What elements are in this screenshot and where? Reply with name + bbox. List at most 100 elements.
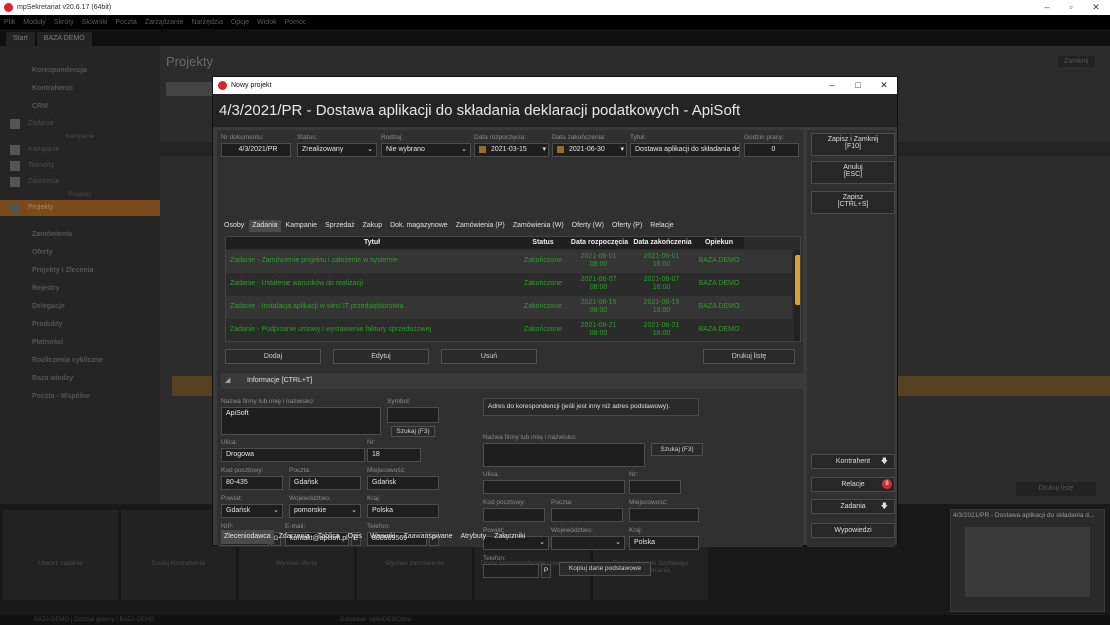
end-date-field[interactable]: 2021-06-30 ▾ <box>552 143 627 157</box>
rodzaj-select[interactable]: Nie wybrano ⌄ <box>381 143 471 157</box>
table-row[interactable]: Zadanie - Zamówienie projektu i założeni… <box>226 250 792 273</box>
koresp-country-field[interactable]: Polska <box>629 536 699 550</box>
dialog-minimize-icon[interactable]: – <box>819 77 845 94</box>
table-row[interactable]: Zadanie - Instalacja aplikacji w sieci I… <box>226 296 792 319</box>
county-select[interactable]: Gdańsk ⌄ <box>221 504 283 518</box>
tab-opis[interactable]: Opis <box>345 530 365 544</box>
sidebar-item-crm[interactable]: CRM <box>0 98 160 116</box>
sidebar-item-platnosci[interactable]: Płatności <box>0 334 160 352</box>
tab-osoby[interactable]: Osoby <box>221 220 247 232</box>
window-preview[interactable]: 4/3/2021/PR - Dostawa aplikacji do skład… <box>950 509 1105 612</box>
tab-kampanie[interactable]: Kampanie <box>283 220 321 232</box>
save-and-close-button[interactable]: Zapisz i Zamknij [F10] <box>811 133 895 156</box>
tab-oferty-p[interactable]: Oferty (P) <box>609 220 645 232</box>
koresp-street-field[interactable] <box>483 480 625 494</box>
menu-item[interactable]: Plik <box>4 19 15 26</box>
column-header-tytul[interactable]: Tytuł <box>226 237 518 249</box>
relations-button[interactable]: Relacje 8 <box>811 477 895 492</box>
street-field[interactable]: Drogowa <box>221 448 365 462</box>
sidebar-item-kontrahenci[interactable]: Kontrahenci <box>0 80 160 98</box>
symbol-field[interactable] <box>387 407 439 423</box>
menu-item[interactable]: Zarządzanie <box>145 19 184 26</box>
info-section-header[interactable]: ◢ Informacje [CTRL+T] <box>221 373 807 389</box>
table-row[interactable]: Zadanie - Ustalenie warunków do realizac… <box>226 273 792 296</box>
copy-base-data-button[interactable]: Kopiuj dane podstawowe <box>559 562 651 576</box>
koresp-postal-code-field[interactable] <box>483 508 545 522</box>
menu-item[interactable]: Pomoc <box>285 19 307 26</box>
koresp-post-office-field[interactable] <box>551 508 623 522</box>
menu-item[interactable]: Słowniki <box>82 19 108 26</box>
tab-relacje[interactable]: Relacje <box>647 220 676 232</box>
menu-item[interactable]: Opcje <box>231 19 249 26</box>
koresp-search-button[interactable]: Szukaj (F3) <box>651 443 703 456</box>
column-header-start[interactable]: Data rozpoczęcia <box>568 237 631 249</box>
sidebar-item-oferty[interactable]: Oferty <box>0 244 160 262</box>
sidebar-item-produkty[interactable]: Produkty <box>0 316 160 334</box>
grid-scroll-thumb[interactable] <box>795 255 800 305</box>
save-button[interactable]: Zapisz [CTRL+S] <box>811 191 895 214</box>
close-panel-button[interactable]: Zamknij <box>1058 56 1095 67</box>
postal-code-field[interactable]: 80-435 <box>221 476 283 490</box>
voivodeship-select[interactable]: pomorskie ⌄ <box>289 504 361 518</box>
statements-button[interactable]: Wypowiedzi <box>811 523 895 538</box>
minimize-icon[interactable]: – <box>1035 0 1059 15</box>
tab-warunki[interactable]: Warunki <box>367 530 398 544</box>
table-row[interactable]: Zadanie - Podpisanie umowy i wystawienie… <box>226 319 792 341</box>
koresp-phone-button[interactable]: P <box>541 564 551 578</box>
sidebar-item-korespondencja[interactable]: Korespondencja <box>0 62 160 80</box>
maximize-icon[interactable]: ▫ <box>1059 0 1083 15</box>
sidebar-item-kampanie[interactable]: Kampanie <box>0 142 160 158</box>
document-number-field[interactable]: 4/3/2021/PR <box>221 143 291 157</box>
add-button[interactable]: Dodaj <box>225 349 321 364</box>
menu-item[interactable]: Widok <box>257 19 276 26</box>
tab-zdarzenia[interactable]: Zdarzenia <box>276 530 313 544</box>
sidebar-item-projekty[interactable]: Projekty <box>0 200 160 216</box>
dialog-close-icon[interactable]: ✕ <box>871 77 897 94</box>
search-bar[interactable] <box>166 82 216 96</box>
tab-zamowienia-p[interactable]: Zamówienia (P) <box>453 220 508 232</box>
sidebar-item-rejestry[interactable]: Rejestry <box>0 280 160 298</box>
tab-sprzedaz[interactable]: Sprzedaż <box>322 220 358 232</box>
menu-item[interactable]: Poczta <box>115 19 136 26</box>
tab-tablica[interactable]: Tablica <box>315 530 343 544</box>
search-button[interactable]: Szukaj (F3) <box>391 426 435 437</box>
koresp-house-number-field[interactable] <box>629 480 681 494</box>
sidebar-item-poczta-wspolne[interactable]: Poczta - Wspólne <box>0 388 160 406</box>
print-list-button[interactable]: Drukuj listę <box>703 349 795 364</box>
sidebar-item-zdarzenia[interactable]: Zdarzenia <box>0 174 160 190</box>
country-field[interactable]: Polska <box>367 504 439 518</box>
contractor-button[interactable]: Kontrahent 🡇 <box>811 454 895 469</box>
tile-create-task[interactable]: Utwórz zadanie <box>3 510 118 600</box>
city-field[interactable]: Gdańsk <box>367 476 439 490</box>
tab-dok-magazynowe[interactable]: Dok. magazynowe <box>387 220 451 232</box>
koresp-city-field[interactable] <box>629 508 699 522</box>
koresp-voivodeship-select[interactable]: ⌄ <box>551 536 625 550</box>
column-header-end[interactable]: Data zakończenia <box>631 237 694 249</box>
column-header-opiekun[interactable]: Opiekun <box>694 237 744 249</box>
tab-start[interactable]: Start <box>6 32 35 46</box>
tab-atrybuty[interactable]: Atrybuty <box>458 530 490 544</box>
tab-oferty-w[interactable]: Oferty (W) <box>569 220 607 232</box>
cancel-button[interactable]: Anuluj [ESC] <box>811 161 895 184</box>
tab-zalaczniki[interactable]: Załączniki <box>491 530 528 544</box>
house-number-field[interactable]: 18 <box>367 448 421 462</box>
tab-zamowienia-w[interactable]: Zamówienia (W) <box>510 220 567 232</box>
tab-baza-demo[interactable]: BAZA DEMO <box>36 32 92 46</box>
koresp-phone-field[interactable] <box>483 564 539 578</box>
tab-zleceniodawca[interactable]: Zleceniodawca <box>221 530 274 544</box>
print-list-button[interactable]: Drukuj listę <box>1016 482 1096 496</box>
sidebar-item-projekty-zlecenia[interactable]: Projekty i Zlecenia <box>0 262 160 280</box>
hours-field[interactable]: 0 <box>744 143 799 157</box>
sidebar-item-zadania[interactable]: Zadania <box>0 116 160 132</box>
edit-button[interactable]: Edytuj <box>333 349 429 364</box>
tab-zadania[interactable]: Zadania <box>249 220 281 232</box>
dialog-maximize-icon[interactable]: □ <box>845 77 871 94</box>
menu-item[interactable]: Moduły <box>23 19 46 26</box>
company-name-field[interactable]: ApiSoft <box>221 407 381 435</box>
sidebar-item-baza-wiedzy[interactable]: Baza wiedzy <box>0 370 160 388</box>
post-office-field[interactable]: Gdańsk <box>289 476 361 490</box>
delete-button[interactable]: Usuń <box>441 349 537 364</box>
sidebar-item-delegacje[interactable]: Delegacje <box>0 298 160 316</box>
menu-item[interactable]: Skróty <box>54 19 74 26</box>
status-select[interactable]: Zrealizowany ⌄ <box>297 143 377 157</box>
